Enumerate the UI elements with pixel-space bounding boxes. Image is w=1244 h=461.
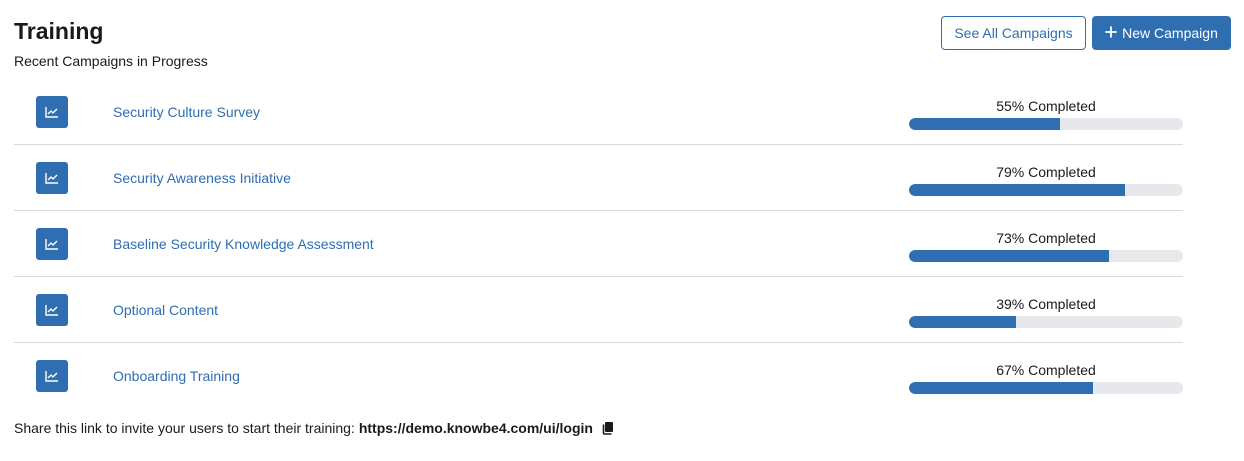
training-panel: Training Recent Campaigns in Progress Se… xyxy=(0,0,1244,461)
campaign-row: Baseline Security Knowledge Assessment 7… xyxy=(14,211,1183,277)
progress-track xyxy=(909,184,1183,196)
see-all-campaigns-label: See All Campaigns xyxy=(954,25,1073,41)
line-chart-icon[interactable] xyxy=(36,228,68,260)
share-url[interactable]: https://demo.knowbe4.com/ui/login xyxy=(359,419,593,437)
line-chart-icon[interactable] xyxy=(36,294,68,326)
line-chart-icon[interactable] xyxy=(36,96,68,128)
campaign-link[interactable]: Security Culture Survey xyxy=(113,103,260,121)
page-title: Training xyxy=(14,18,104,44)
new-campaign-label: New Campaign xyxy=(1122,25,1218,41)
campaign-progress: 67% Completed xyxy=(909,361,1183,394)
copy-icon[interactable] xyxy=(601,421,614,435)
progress-fill xyxy=(909,118,1060,130)
campaign-link[interactable]: Security Awareness Initiative xyxy=(113,169,291,187)
progress-status: 79% Completed xyxy=(996,164,1096,180)
progress-fill xyxy=(909,316,1016,328)
campaign-progress: 39% Completed xyxy=(909,295,1183,328)
progress-track xyxy=(909,316,1183,328)
progress-status: 39% Completed xyxy=(996,296,1096,312)
campaign-row: Optional Content 39% Completed xyxy=(14,277,1183,343)
see-all-campaigns-button[interactable]: See All Campaigns xyxy=(941,16,1086,50)
share-link-row: Share this link to invite your users to … xyxy=(14,419,614,437)
plus-icon xyxy=(1105,23,1118,42)
progress-status: 73% Completed xyxy=(996,230,1096,246)
campaign-row: Security Culture Survey 55% Completed xyxy=(14,79,1183,145)
progress-track xyxy=(909,250,1183,262)
line-chart-icon[interactable] xyxy=(36,162,68,194)
campaign-link[interactable]: Optional Content xyxy=(113,301,218,319)
campaign-row: Onboarding Training 67% Completed xyxy=(14,343,1183,409)
campaign-list: Security Culture Survey 55% Completed Se… xyxy=(14,79,1183,409)
campaign-link[interactable]: Baseline Security Knowledge Assessment xyxy=(113,235,374,253)
progress-fill xyxy=(909,184,1126,196)
new-campaign-button[interactable]: New Campaign xyxy=(1092,16,1231,50)
progress-track xyxy=(909,118,1183,130)
progress-fill xyxy=(909,382,1093,394)
campaign-link[interactable]: Onboarding Training xyxy=(113,367,240,385)
progress-track xyxy=(909,382,1183,394)
campaign-row: Security Awareness Initiative 79% Comple… xyxy=(14,145,1183,211)
progress-status: 67% Completed xyxy=(996,362,1096,378)
progress-status: 55% Completed xyxy=(996,98,1096,114)
share-text: Share this link to invite your users to … xyxy=(14,420,355,436)
campaign-progress: 79% Completed xyxy=(909,163,1183,196)
progress-fill xyxy=(909,250,1110,262)
page-subtitle: Recent Campaigns in Progress xyxy=(14,53,208,69)
campaign-progress: 73% Completed xyxy=(909,229,1183,262)
campaign-progress: 55% Completed xyxy=(909,97,1183,130)
line-chart-icon[interactable] xyxy=(36,360,68,392)
